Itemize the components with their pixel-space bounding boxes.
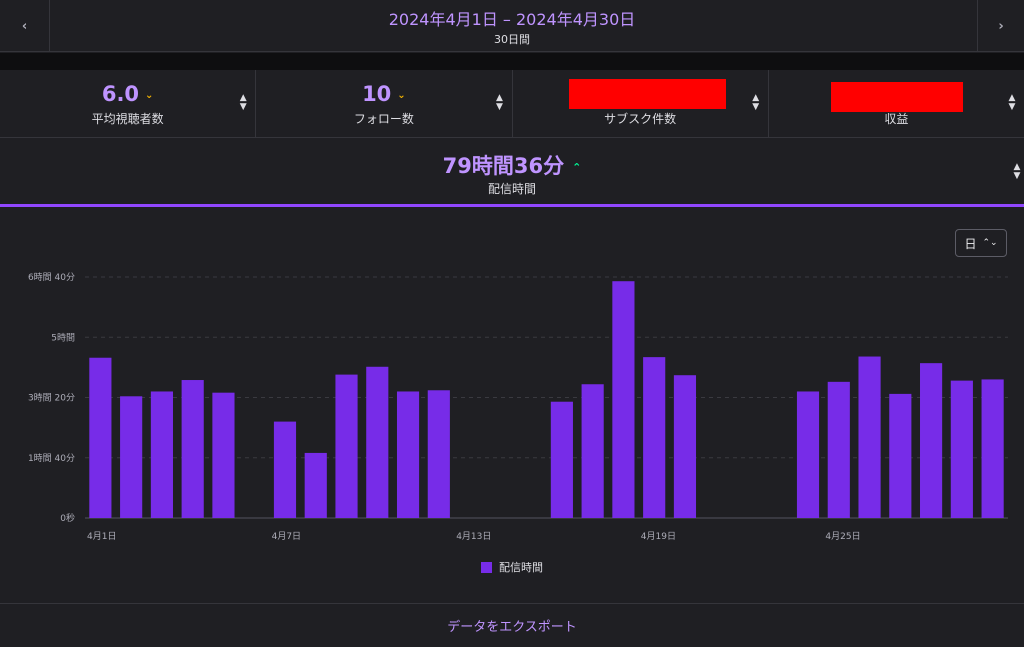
metric-value: 6.0 — [101, 82, 140, 106]
bar[interactable] — [796, 391, 820, 518]
chevron-right-icon: › — [998, 18, 1004, 34]
metric-revenue[interactable]: 収益 ▲ ▼ — [769, 70, 1024, 137]
date-header: ‹ 2024年4月1日 – 2024年4月30日 30日間 › — [0, 0, 1024, 52]
sort-icon[interactable]: ▲ ▼ — [496, 94, 504, 112]
x-tick-label: 4月13日 — [456, 531, 491, 542]
metric-label: サブスク件数 — [604, 112, 677, 126]
select-arrows-icon: ⌃⌄ — [982, 238, 998, 248]
metric-label: 収益 — [884, 112, 909, 126]
metric-stream-time[interactable]: 79時間36分 ⌃ 配信時間 ▲ ▼ — [0, 139, 1024, 205]
metric-label: フォロー数 — [353, 112, 414, 126]
interval-select[interactable]: 日 ⌃⌄ — [955, 229, 1007, 257]
bar[interactable] — [889, 393, 912, 518]
footer: データをエクスポート — [0, 603, 1024, 647]
bar[interactable] — [950, 380, 973, 518]
bar[interactable] — [273, 421, 297, 518]
trend-up-icon: ⌃ — [572, 160, 582, 174]
sort-icon[interactable]: ▲ ▼ — [752, 94, 760, 112]
chart-area: 0秒 1時間 40分 3時間 20分 5時間 6時間 40分 4月1日 4月7日 4月13日 4… — [0, 207, 1024, 603]
y-tick-label: 6時間 40分 — [28, 272, 75, 283]
y-tick-label: 1時間 40分 — [28, 453, 75, 464]
metric-value: 10 — [362, 82, 392, 106]
legend-swatch — [481, 562, 492, 573]
metric-label: 配信時間 — [487, 182, 536, 196]
period-length: 30日間 — [494, 33, 530, 46]
x-tick-label: 4月25日 — [825, 531, 860, 542]
bar[interactable] — [304, 452, 327, 518]
stream-time-chart: 0秒 1時間 40分 3時間 20分 5時間 6時間 40分 4月1日 4月7日 4月13日 4… — [28, 272, 1008, 574]
bar[interactable] — [366, 366, 389, 518]
bar[interactable] — [673, 375, 697, 518]
sort-icon[interactable]: ▲ ▼ — [1013, 163, 1021, 181]
x-tick-label: 4月1日 — [87, 531, 116, 542]
date-range-title[interactable]: 2024年4月1日 – 2024年4月30日 — [0, 6, 1024, 30]
next-period-button[interactable]: › — [977, 0, 1024, 52]
export-data-link[interactable]: データをエクスポート — [447, 616, 577, 635]
bar[interactable] — [120, 396, 143, 518]
bar[interactable] — [181, 380, 204, 518]
metric-label: 平均視聴者数 — [91, 112, 164, 126]
bar[interactable] — [550, 401, 573, 518]
bar[interactable] — [981, 379, 1004, 518]
x-tick-label: 4月19日 — [641, 531, 676, 542]
metric-subscriptions[interactable]: サブスク件数 ▲ ▼ — [513, 70, 769, 137]
metric-avg-viewers[interactable]: 6.0 ⌄ 平均視聴者数 ▲ ▼ — [0, 70, 257, 137]
y-tick-label: 5時間 — [51, 332, 75, 343]
legend-label: 配信時間 — [499, 561, 543, 574]
bar[interactable] — [612, 281, 635, 518]
divider — [0, 53, 1024, 70]
bar[interactable] — [858, 356, 881, 518]
bar[interactable] — [827, 381, 850, 518]
interval-label: 日 — [964, 236, 977, 251]
metrics-row: 6.0 ⌄ 平均視聴者数 ▲ ▼ 10 ⌄ フォロー数 ▲ ▼ サブスク件数 ▲ ▼ 収益… — [0, 70, 1024, 138]
metric-follows[interactable]: 10 ⌄ フォロー数 ▲ ▼ — [256, 70, 513, 137]
bar[interactable] — [427, 390, 450, 518]
y-tick-label: 3時間 20分 — [28, 393, 75, 404]
bar[interactable] — [581, 384, 604, 518]
sort-icon[interactable]: ▲ ▼ — [1008, 94, 1016, 112]
bar[interactable] — [643, 357, 666, 518]
y-tick-label: 0秒 — [60, 512, 75, 524]
bar[interactable] — [920, 363, 943, 518]
bar[interactable] — [89, 357, 112, 518]
redaction-box — [830, 82, 963, 112]
x-tick-label: 4月7日 — [272, 531, 301, 542]
bar[interactable] — [396, 391, 420, 518]
redaction-box — [568, 79, 726, 109]
trend-down-icon: ⌄ — [145, 89, 154, 101]
bar[interactable] — [150, 391, 173, 518]
bar[interactable] — [212, 392, 235, 518]
bar[interactable] — [335, 374, 358, 518]
trend-down-icon: ⌄ — [397, 89, 406, 101]
metric-value: 79時間36分 — [442, 154, 565, 178]
sort-icon[interactable]: ▲ ▼ — [239, 94, 247, 112]
